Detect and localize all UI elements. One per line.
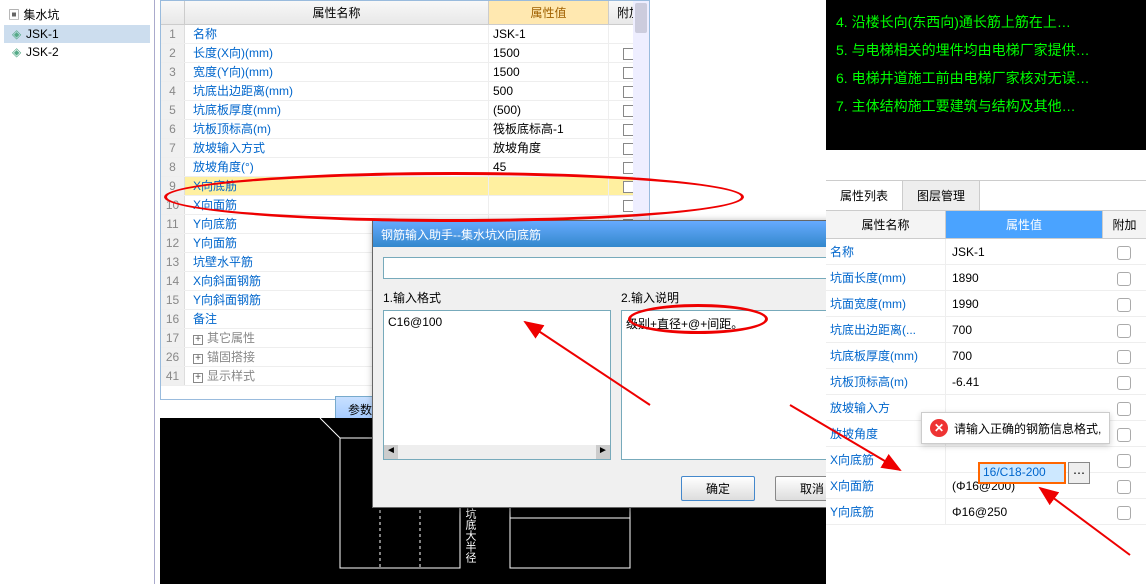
- checkbox[interactable]: [1117, 272, 1131, 286]
- property-row[interactable]: 坑底出边距离(...700: [826, 317, 1146, 343]
- editing-cell[interactable]: 16/C18-200: [978, 462, 1066, 484]
- cell-ellipsis-button[interactable]: ⋯: [1068, 462, 1090, 484]
- property-row[interactable]: 5坑底板厚度(mm)(500): [161, 101, 649, 120]
- property-row[interactable]: 坑面宽度(mm)1990: [826, 291, 1146, 317]
- error-tooltip: ✕ 请输入正确的钢筋信息格式,: [921, 412, 1110, 444]
- note-line: 5. 与电梯相关的埋件均由电梯厂家提供…: [836, 36, 1136, 64]
- tab-properties[interactable]: 属性列表: [826, 181, 903, 210]
- dialog-titlebar[interactable]: 钢筋输入助手--集水坑X向底筋 ✕: [373, 221, 859, 247]
- svg-text:坑底大半径: 坑底大半径: [464, 507, 477, 563]
- cad-notes-panel: 4. 沿楼长向(东西向)通长筋上筋在上… 5. 与电梯相关的埋件均由电梯厂家提供…: [826, 0, 1146, 150]
- desc-item: 级别+直径+@+间距。: [626, 315, 844, 332]
- checkbox[interactable]: [1117, 376, 1131, 390]
- checkbox[interactable]: [1117, 506, 1131, 520]
- checkbox[interactable]: [1117, 298, 1131, 312]
- checkbox[interactable]: [1117, 350, 1131, 364]
- tree-item-jsk2[interactable]: JSK-2: [4, 43, 150, 61]
- property-row[interactable]: Y向底筋Φ16@250: [826, 499, 1146, 525]
- checkbox[interactable]: [1117, 454, 1131, 468]
- dialog-title-text: 钢筋输入助手--集水坑X向底筋: [381, 226, 541, 243]
- property-row[interactable]: 坑面长度(mm)1890: [826, 265, 1146, 291]
- note-line: 7. 主体结构施工要建筑与结构及其他…: [836, 92, 1136, 120]
- tree-item-jsk1[interactable]: JSK-1: [4, 25, 150, 43]
- rebar-input-field[interactable]: [383, 257, 849, 279]
- checkbox[interactable]: [1117, 480, 1131, 494]
- col-extra-header: 附加: [1102, 211, 1146, 238]
- col-name-header: 属性名称: [826, 211, 946, 238]
- property-row[interactable]: 坑板顶标高(m)-6.41: [826, 369, 1146, 395]
- property-row[interactable]: 2长度(X向)(mm)1500: [161, 44, 649, 63]
- input-format-label: 1.输入格式: [383, 289, 611, 306]
- col-value-header: 属性值: [946, 211, 1102, 238]
- property-row[interactable]: 7放坡输入方式放坡角度: [161, 139, 649, 158]
- property-row[interactable]: 9X向底筋: [161, 177, 649, 196]
- tab-layers[interactable]: 图层管理: [903, 181, 980, 210]
- property-row[interactable]: 3宽度(Y向)(mm)1500: [161, 63, 649, 82]
- property-row[interactable]: 名称JSK-1: [826, 239, 1146, 265]
- input-desc-list: 级别+直径+@+间距。: [621, 310, 849, 460]
- ok-button[interactable]: 确定: [681, 476, 755, 501]
- checkbox[interactable]: [1117, 246, 1131, 260]
- col-name-header: 属性名称: [185, 1, 489, 24]
- grid-header: 属性名称 属性值 附加: [161, 1, 649, 25]
- rebar-input-dialog: 钢筋输入助手--集水坑X向底筋 ✕ 1.输入格式 C16@100 ◄► 2.输入…: [372, 220, 860, 508]
- input-format-list[interactable]: C16@100 ◄►: [383, 310, 611, 460]
- component-tree: 集水坑 JSK-1 JSK-2: [0, 0, 155, 584]
- col-value-header: 属性值: [489, 1, 609, 24]
- property-row[interactable]: 坑底板厚度(mm)700: [826, 343, 1146, 369]
- property-row[interactable]: 4坑底出边距离(mm)500: [161, 82, 649, 101]
- tree-root[interactable]: 集水坑: [4, 4, 150, 25]
- property-row[interactable]: 6坑板顶标高(m)筏板底标高-1: [161, 120, 649, 139]
- checkbox[interactable]: [1117, 428, 1131, 442]
- horizontal-scrollbar[interactable]: ◄►: [384, 445, 610, 459]
- property-row[interactable]: 1名称JSK-1: [161, 25, 649, 44]
- property-row[interactable]: 8放坡角度(°)45: [161, 158, 649, 177]
- note-line: 6. 电梯井道施工前由电梯厂家核对无误…: [836, 64, 1136, 92]
- error-icon: ✕: [930, 419, 948, 437]
- input-desc-label: 2.输入说明: [621, 289, 849, 306]
- checkbox[interactable]: [1117, 324, 1131, 338]
- format-item[interactable]: C16@100: [388, 315, 606, 329]
- checkbox[interactable]: [1117, 402, 1131, 416]
- note-line: 4. 沿楼长向(东西向)通长筋上筋在上…: [836, 8, 1136, 36]
- property-row[interactable]: 10X向面筋: [161, 196, 649, 215]
- error-text: 请输入正确的钢筋信息格式,: [954, 420, 1101, 437]
